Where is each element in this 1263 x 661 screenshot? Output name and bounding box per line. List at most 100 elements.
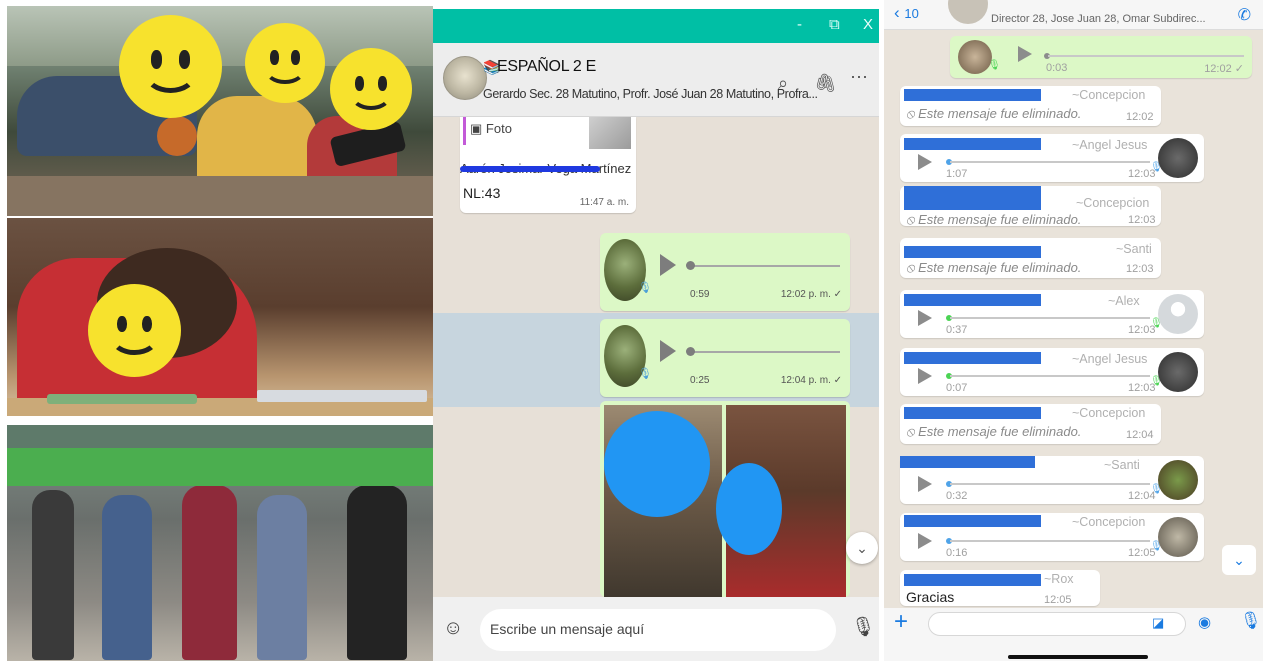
restore-button[interactable]: ⧉ <box>829 16 840 33</box>
paperclip-icon[interactable]: 🖇 <box>814 73 837 94</box>
back-button[interactable]: ‹ 10 <box>894 3 919 23</box>
message-time: 12:02 p. m. ✓ <box>780 289 842 300</box>
audio-progress-track[interactable] <box>950 317 1150 319</box>
voice-message[interactable]: ~Alex 0:37 12:03 🎙 <box>900 290 1204 338</box>
message-time: 12:04 <box>1126 429 1154 441</box>
chat-messages[interactable]: ▣ Foto Aarón Josimar Vega Martínez NL:43… <box>433 117 879 597</box>
play-icon[interactable] <box>918 368 932 384</box>
sticker-icon[interactable]: ◪ <box>1152 615 1164 631</box>
audio-progress-track[interactable] <box>950 161 1150 163</box>
message-composer: + ◪ ◉ 🎙 <box>884 608 1263 661</box>
group-avatar[interactable] <box>948 0 988 24</box>
chat-header[interactable]: 📚 ESPAÑOL 2 E Gerardo Sec. 28 Matutino, … <box>433 43 879 117</box>
smiley-face-icon <box>88 284 181 377</box>
photo-ground <box>7 176 433 216</box>
photo-student-at-desk <box>7 218 433 416</box>
message-sender: ~Concepcion <box>1072 406 1146 420</box>
audio-progress-track[interactable] <box>950 540 1150 542</box>
mic-icon: 🎙 <box>988 60 1001 71</box>
voice-message[interactable]: 🎙 0:59 12:02 p. m. ✓ <box>600 233 850 311</box>
deleted-message[interactable]: ~Santi ⦸ Este mensaje fue eliminado. 12:… <box>900 238 1161 278</box>
message-text: Gracias <box>906 589 955 605</box>
chat-header[interactable]: ‹ 10 Director 28, Jose Juan 28, Omar Sub… <box>884 0 1263 30</box>
voice-message[interactable]: ~Santi 0:32 12:04 🎙 <box>900 456 1204 504</box>
window-titlebar: - ⧉ X <box>433 9 879 43</box>
sender-avatar <box>1158 517 1198 557</box>
deleted-message[interactable]: ~Concepcion ⦸ Este mensaje fue eliminado… <box>900 186 1161 227</box>
photo-person <box>32 490 74 660</box>
play-icon[interactable] <box>918 154 932 170</box>
message-time: 12:02 ✓ <box>1204 63 1244 75</box>
audio-progress-thumb[interactable] <box>686 347 695 356</box>
audio-progress-thumb[interactable] <box>686 261 695 270</box>
photo-teens-with-phone <box>7 6 433 216</box>
phone-icon[interactable]: ✆ <box>1238 5 1251 25</box>
message-input[interactable] <box>928 612 1186 636</box>
voice-message[interactable]: ~Angel Jesus 0:07 12:03 🎙 <box>900 348 1204 396</box>
text-message[interactable]: ~Rox Gracias 12:05 <box>900 570 1100 606</box>
blue-redaction <box>904 407 1041 419</box>
message-time: 12:03 <box>1128 214 1156 226</box>
photo-book <box>47 394 197 404</box>
group-members: Director 28, Jose Juan 28, Omar Subdirec… <box>991 13 1206 25</box>
audio-progress-track[interactable] <box>1048 55 1244 57</box>
camera-icon[interactable]: ◉ <box>1198 613 1211 631</box>
message-time: 12:05 <box>1044 594 1072 606</box>
play-icon[interactable] <box>918 310 932 326</box>
play-icon[interactable] <box>660 254 676 276</box>
whatsapp-mobile-screen: ‹ 10 Director 28, Jose Juan 28, Omar Sub… <box>884 0 1263 661</box>
group-members: Gerardo Sec. 28 Matutino, Profr. José Ju… <box>483 87 818 101</box>
play-icon[interactable] <box>918 533 932 549</box>
message-sender: ~Santi <box>1104 458 1140 472</box>
audio-progress-track[interactable] <box>950 375 1150 377</box>
voice-message[interactable]: ~Concepcion 0:16 12:05 🎙 <box>900 513 1204 561</box>
photo-collage <box>7 6 435 661</box>
message-sender: ~Alex <box>1108 294 1140 308</box>
message-sender: ~Rox <box>1044 572 1074 586</box>
image-album-message[interactable] <box>600 401 850 597</box>
play-icon[interactable] <box>918 476 932 492</box>
photo-laptop <box>257 390 427 402</box>
blue-redaction <box>904 138 1041 150</box>
group-avatar[interactable] <box>443 56 487 100</box>
photo-message-bubble[interactable]: ▣ Foto Aarón Josimar Vega Martínez NL:43… <box>460 117 636 213</box>
play-icon[interactable] <box>1018 46 1032 62</box>
audio-progress-track[interactable] <box>692 351 840 353</box>
plus-icon[interactable]: + <box>894 608 908 636</box>
photo-person <box>257 495 307 660</box>
photo-thumbnail[interactable] <box>589 117 631 149</box>
minimize-button[interactable]: - <box>797 16 802 33</box>
list-number: NL:43 <box>463 185 501 201</box>
mic-icon[interactable]: 🎙 <box>851 615 875 639</box>
voice-duration: 0:32 <box>946 490 968 502</box>
deleted-label: Este mensaje fue eliminado. <box>918 424 1082 439</box>
message-sender: ~Concepcion <box>1076 196 1150 210</box>
blue-face-redaction <box>716 463 782 555</box>
camera-icon: ▣ Foto <box>470 121 512 136</box>
smiley-face-icon <box>119 15 222 118</box>
emoji-icon[interactable]: ☺ <box>443 617 463 640</box>
deleted-message[interactable]: ~Concepcion ⦸ Este mensaje fue eliminado… <box>900 86 1161 126</box>
close-button[interactable]: X <box>863 16 873 33</box>
audio-progress-track[interactable] <box>950 483 1150 485</box>
voice-message[interactable]: 🎙 0:03 12:02 ✓ <box>950 36 1252 78</box>
audio-progress-track[interactable] <box>692 265 840 267</box>
photo-basketball <box>157 116 197 156</box>
blue-redaction <box>900 456 1035 468</box>
blue-redaction <box>904 294 1041 306</box>
message-input[interactable]: Escribe un mensaje aquí <box>480 609 836 651</box>
play-icon[interactable] <box>660 340 676 362</box>
chevron-down-icon[interactable]: ⌄ <box>846 532 878 564</box>
chevron-down-icon[interactable]: ⌄ <box>1222 545 1256 575</box>
mic-icon[interactable]: 🎙 <box>1240 611 1262 631</box>
message-time: 12:03 <box>1126 263 1154 275</box>
deleted-text: ⦸ Este mensaje fue eliminado. <box>906 424 1082 439</box>
deleted-message[interactable]: ~Concepcion ⦸ Este mensaje fue eliminado… <box>900 404 1161 444</box>
deleted-label: Este mensaje fue eliminado. <box>918 212 1082 227</box>
mic-icon: 🎙 <box>638 368 652 380</box>
search-icon[interactable]: ⌕ <box>778 73 788 94</box>
more-icon[interactable]: ⋯ <box>850 67 868 88</box>
message-sender: ~Santi <box>1116 242 1152 256</box>
voice-message[interactable]: ~Angel Jesus 1:07 12:03 🎙 <box>900 134 1204 182</box>
voice-message[interactable]: 🎙 0:25 12:04 p. m. ✓ <box>600 319 850 397</box>
